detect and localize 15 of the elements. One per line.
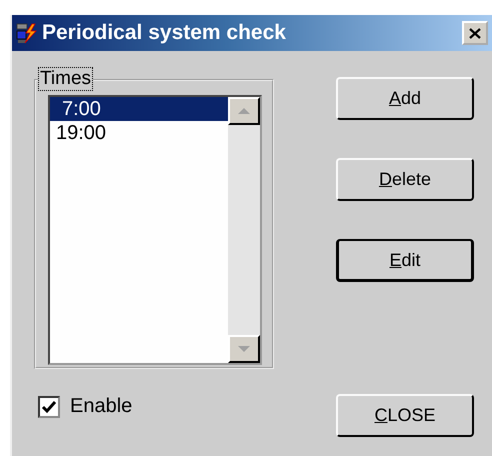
scroll-bar[interactable] bbox=[228, 97, 260, 363]
window-title: Periodical system check bbox=[42, 21, 287, 45]
scroll-down-icon[interactable] bbox=[228, 335, 260, 363]
dialog-button[interactable]: Edit bbox=[336, 239, 474, 282]
checkbox-label: Enable bbox=[70, 395, 132, 418]
checkbox[interactable] bbox=[38, 396, 60, 418]
group-label: Times bbox=[38, 67, 94, 91]
dialog-button[interactable]: Add bbox=[336, 77, 474, 120]
list-item[interactable]: 19:00 bbox=[50, 121, 228, 145]
scroll-up-icon[interactable] bbox=[228, 97, 260, 125]
computer-lightning-icon bbox=[16, 22, 38, 44]
list-item[interactable]: 7:00 bbox=[50, 97, 228, 121]
dialog-button[interactable]: CLOSE bbox=[336, 394, 474, 437]
dialog-button[interactable]: Delete bbox=[336, 158, 474, 201]
close-icon[interactable] bbox=[462, 21, 488, 45]
